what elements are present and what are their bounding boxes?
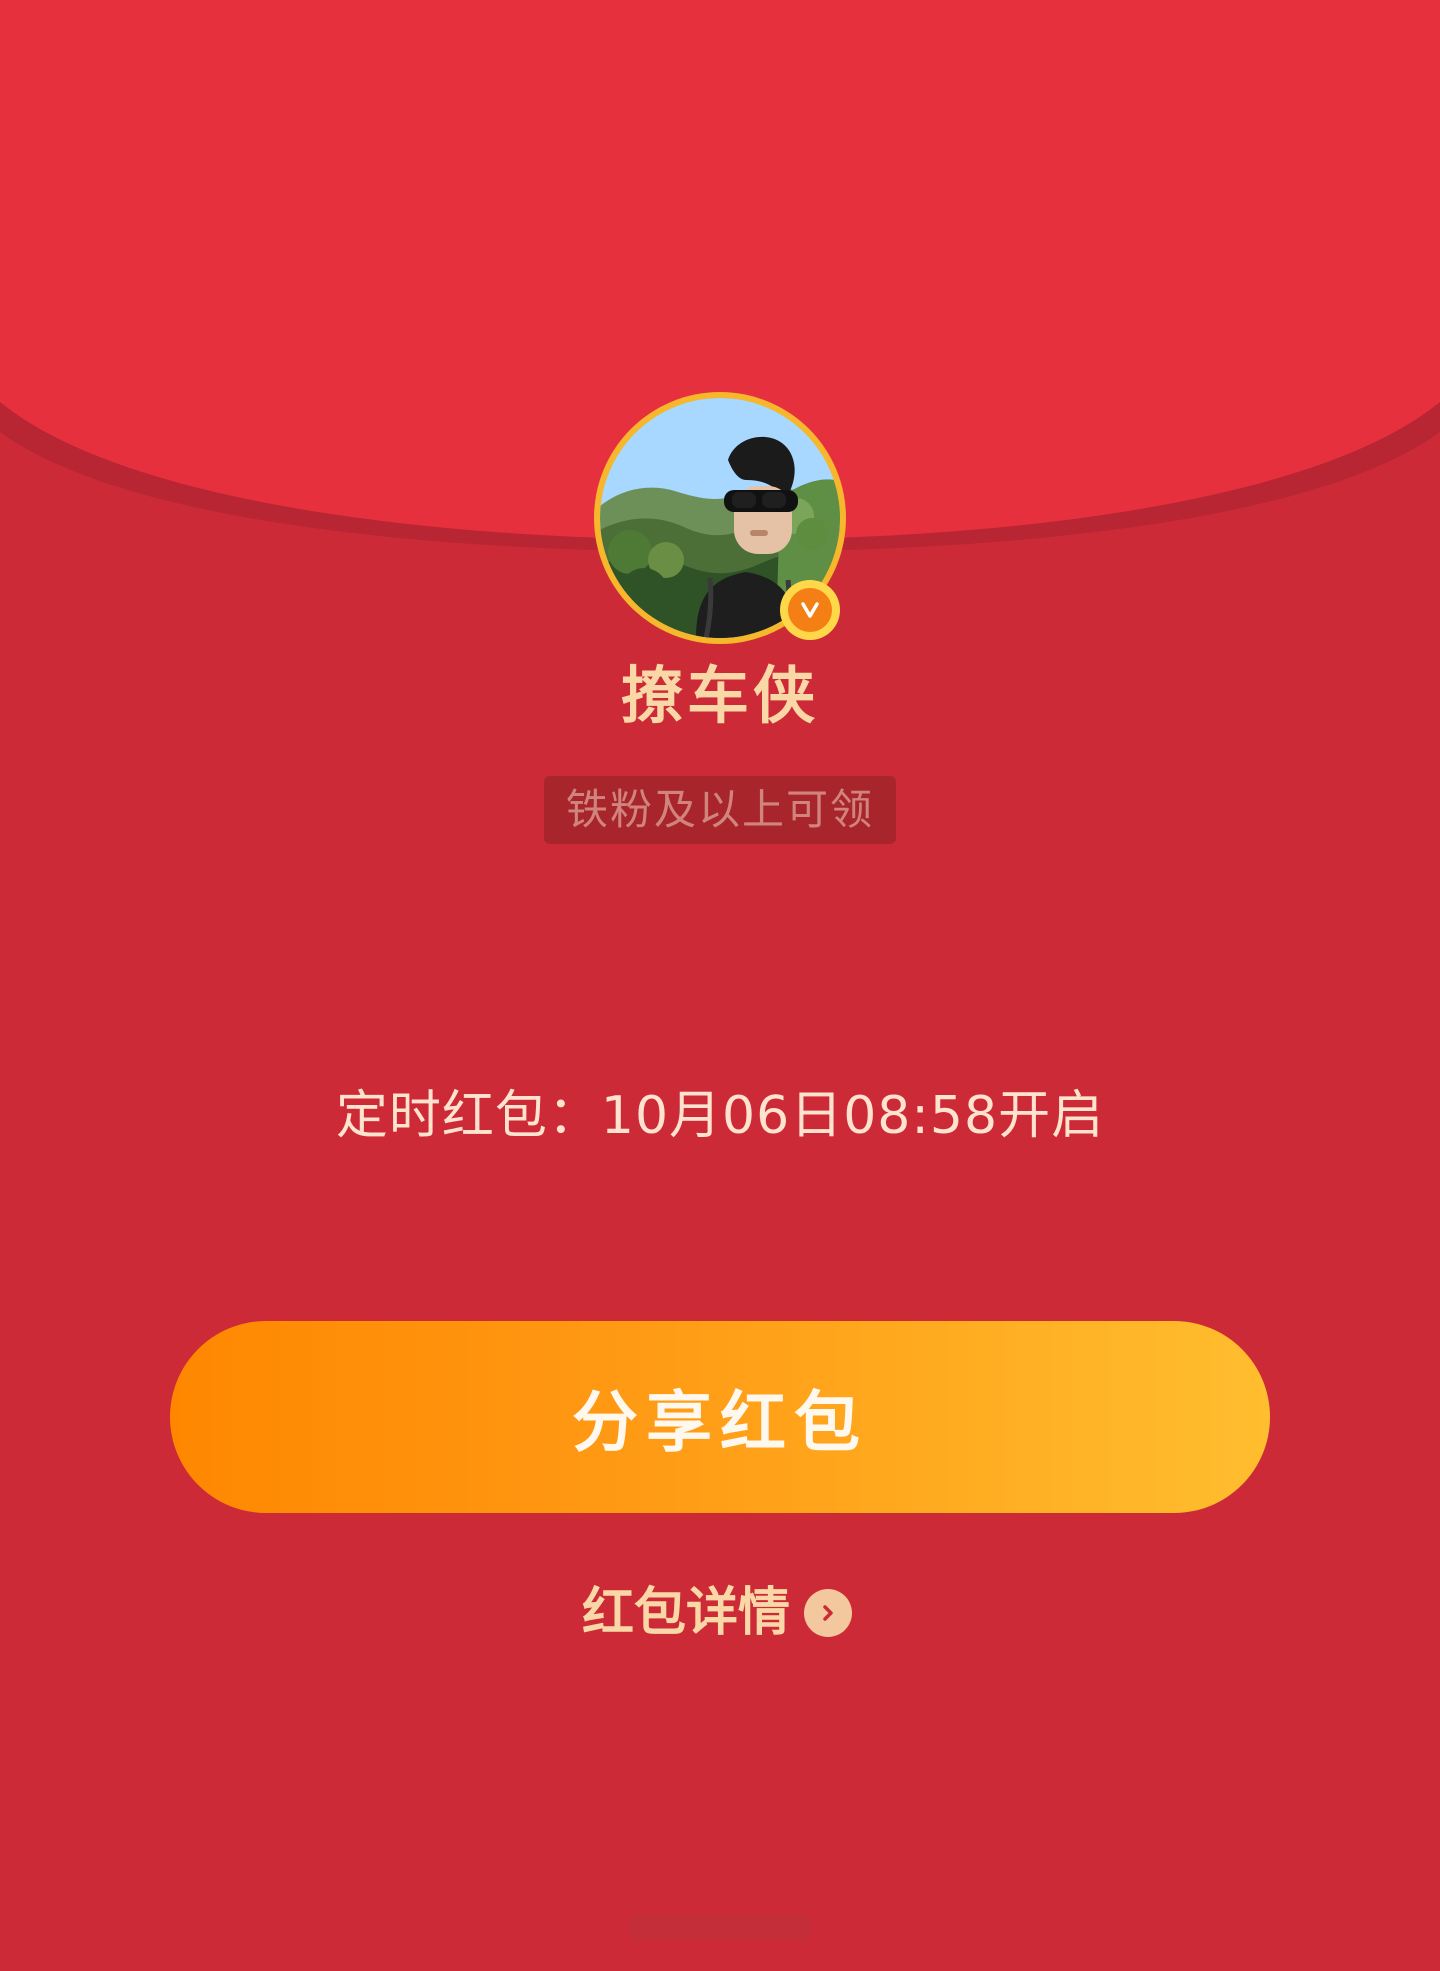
verified-icon	[788, 588, 832, 632]
red-envelope-details-link[interactable]: 红包详情	[582, 1580, 864, 1646]
chevron-right-icon	[804, 1589, 853, 1637]
scheduled-open-time: 定时红包：10月06日08:58开启	[335, 1086, 1105, 1146]
user-name: 撩车侠	[620, 659, 819, 732]
verified-badge	[780, 580, 840, 640]
share-red-envelope-button[interactable]: 分享红包	[170, 1321, 1270, 1513]
watermark	[628, 1914, 812, 1940]
eligibility-label: 铁粉及以上可领	[544, 776, 896, 844]
details-label: 红包详情	[582, 1583, 791, 1643]
